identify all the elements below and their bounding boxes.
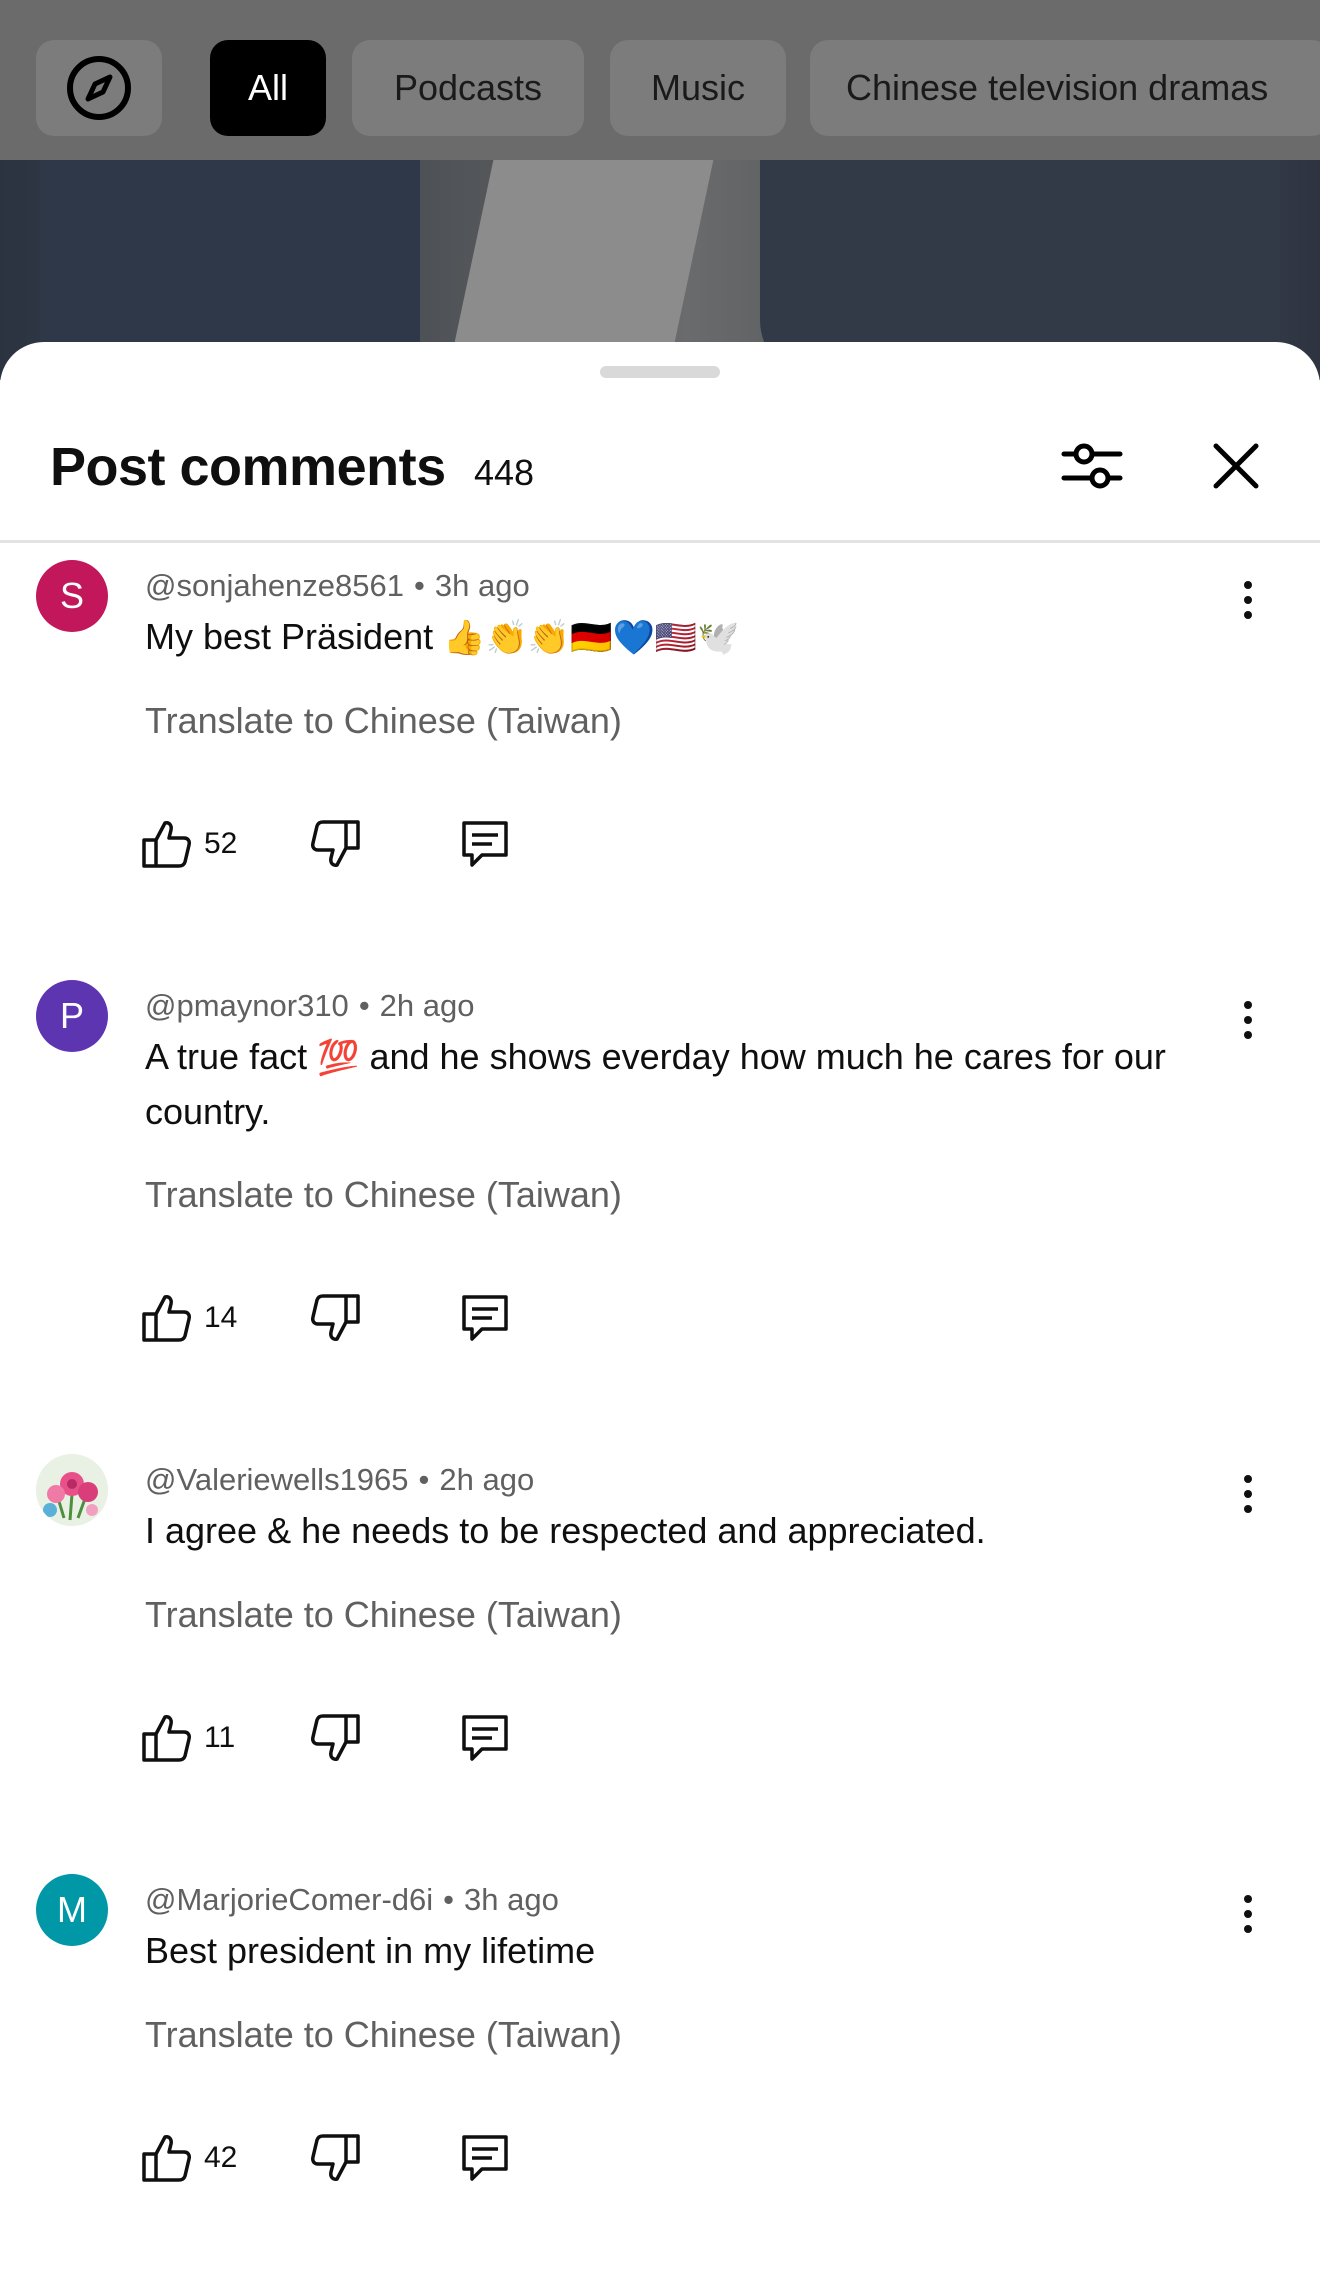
translate-link[interactable]: Translate to Chinese (Taiwan)	[145, 700, 622, 742]
comment-text: Best president in my lifetime	[145, 1930, 596, 1971]
comment-body: My best Präsident	[145, 616, 434, 657]
comment-count: 448	[474, 452, 535, 493]
flowers-avatar-image	[36, 1454, 108, 1526]
more-options-button[interactable]	[1228, 990, 1268, 1050]
reply-icon	[462, 821, 508, 867]
comment-body: A true fact	[145, 1036, 308, 1077]
comment-item: P @pmaynor310 • 2h ago A true fact 💯 and h…	[0, 980, 1320, 1430]
reply-button[interactable]	[458, 1288, 512, 1348]
like-button[interactable]: 42	[140, 2128, 237, 2188]
chip-podcasts[interactable]: Podcasts	[352, 40, 584, 136]
like-count: 14	[204, 1301, 238, 1334]
reply-button[interactable]	[458, 1708, 512, 1768]
translate-link[interactable]: Translate to Chinese (Taiwan)	[145, 1174, 622, 1216]
thumbs-up-icon	[142, 1295, 191, 1342]
thumbs-down-icon	[311, 1294, 360, 1341]
filter-button[interactable]	[1052, 426, 1132, 506]
drag-handle[interactable]	[600, 366, 720, 378]
thumbs-down-icon	[311, 820, 360, 867]
comment-time: 3h ago	[434, 568, 530, 603]
comment-item: S @sonjahenze8561 • 3h ago My best Präside…	[0, 560, 1320, 960]
explore-chip[interactable]	[36, 40, 162, 136]
dislike-button[interactable]	[310, 2128, 362, 2188]
sheet-header: Post comments 448	[0, 402, 1320, 540]
more-options-button[interactable]	[1228, 1884, 1268, 1944]
comment-meta: @pmaynor310 • 2h ago	[145, 988, 475, 1023]
more-options-button[interactable]	[1228, 1464, 1268, 1524]
reply-icon	[462, 1295, 508, 1341]
comment-actions: 52	[140, 814, 640, 874]
sliders-icon	[1061, 443, 1123, 489]
comment-time: 2h ago	[379, 988, 475, 1023]
reply-icon	[462, 1715, 508, 1761]
like-count: 42	[204, 2141, 238, 2174]
thumbs-up-icon	[142, 1715, 191, 1762]
comment-text: My best Präsident 👍👏👏🇩🇪💙🇺🇸🕊️	[145, 610, 1245, 665]
avatar[interactable]: S	[36, 560, 108, 632]
comments-sheet: Post comments 448 S @sonjahenze8561 • 3h a…	[0, 342, 1320, 2284]
sheet-title: Post comments	[50, 437, 446, 497]
comment-time: 3h ago	[464, 1882, 559, 1917]
reply-button[interactable]	[458, 814, 512, 874]
thumbs-down-icon	[311, 1714, 360, 1761]
comment-meta: @MarjorieComer-d6i • 3h ago	[145, 1882, 559, 1917]
dislike-button[interactable]	[310, 814, 362, 874]
like-button[interactable]: 14	[140, 1288, 237, 1348]
comment-meta: @Valeriewells1965 • 2h ago	[145, 1462, 535, 1497]
like-button[interactable]: 52	[140, 814, 237, 874]
comment-author[interactable]: @MarjorieComer-d6i	[145, 1882, 433, 1917]
comment-author[interactable]: @pmaynor310	[145, 988, 349, 1023]
comment-emoji: 👍👏👏🇩🇪💙🇺🇸🕊️	[443, 618, 740, 658]
compass-icon	[67, 56, 131, 120]
comment-author[interactable]: @Valeriewells1965	[145, 1462, 409, 1497]
chip-chinese-dramas[interactable]: Chinese television dramas	[810, 40, 1320, 136]
dislike-button[interactable]	[310, 1288, 362, 1348]
translate-link[interactable]: Translate to Chinese (Taiwan)	[145, 1594, 622, 1636]
comment-meta: @sonjahenze8561 • 3h ago	[145, 568, 530, 603]
header-divider	[0, 540, 1320, 543]
more-options-button[interactable]	[1228, 570, 1268, 630]
avatar[interactable]	[36, 1454, 108, 1526]
comment-item: M @MarjorieComer-d6i • 3h ago Best preside…	[0, 1874, 1320, 2274]
comment-text: I agree & he needs to be respected and a…	[145, 1510, 986, 1551]
comment-item: @Valeriewells1965 • 2h ago I agree & he ne…	[0, 1454, 1320, 1854]
comment-text: A true fact 💯 and he shows everday how m…	[145, 1030, 1245, 1139]
avatar[interactable]: M	[36, 1874, 108, 1946]
thumbs-up-icon	[142, 2135, 191, 2182]
comment-actions: 42	[140, 2128, 640, 2188]
comment-author[interactable]: @sonjahenze8561	[145, 568, 404, 603]
comment-actions: 14	[140, 1288, 640, 1348]
reply-icon	[462, 2135, 508, 2181]
comment-time: 2h ago	[439, 1462, 535, 1497]
translate-link[interactable]: Translate to Chinese (Taiwan)	[145, 2014, 622, 2056]
reply-button[interactable]	[458, 2128, 512, 2188]
close-icon	[1213, 443, 1259, 489]
comment-emoji: 💯	[317, 1038, 360, 1078]
dislike-button[interactable]	[310, 1708, 362, 1768]
chip-bar: All Podcasts Music Chinese television dr…	[0, 0, 1320, 160]
avatar[interactable]: P	[36, 980, 108, 1052]
comment-actions: 11	[140, 1708, 640, 1768]
thumbs-up-icon	[142, 821, 191, 868]
chip-music[interactable]: Music	[610, 40, 786, 136]
thumbs-down-icon	[311, 2134, 360, 2181]
like-count: 11	[204, 1721, 236, 1754]
close-button[interactable]	[1196, 426, 1276, 506]
chip-all[interactable]: All	[210, 40, 326, 136]
video-backdrop: All Podcasts Music Chinese television dr…	[0, 0, 1320, 380]
like-button[interactable]: 11	[140, 1708, 235, 1768]
like-count: 52	[204, 827, 238, 860]
